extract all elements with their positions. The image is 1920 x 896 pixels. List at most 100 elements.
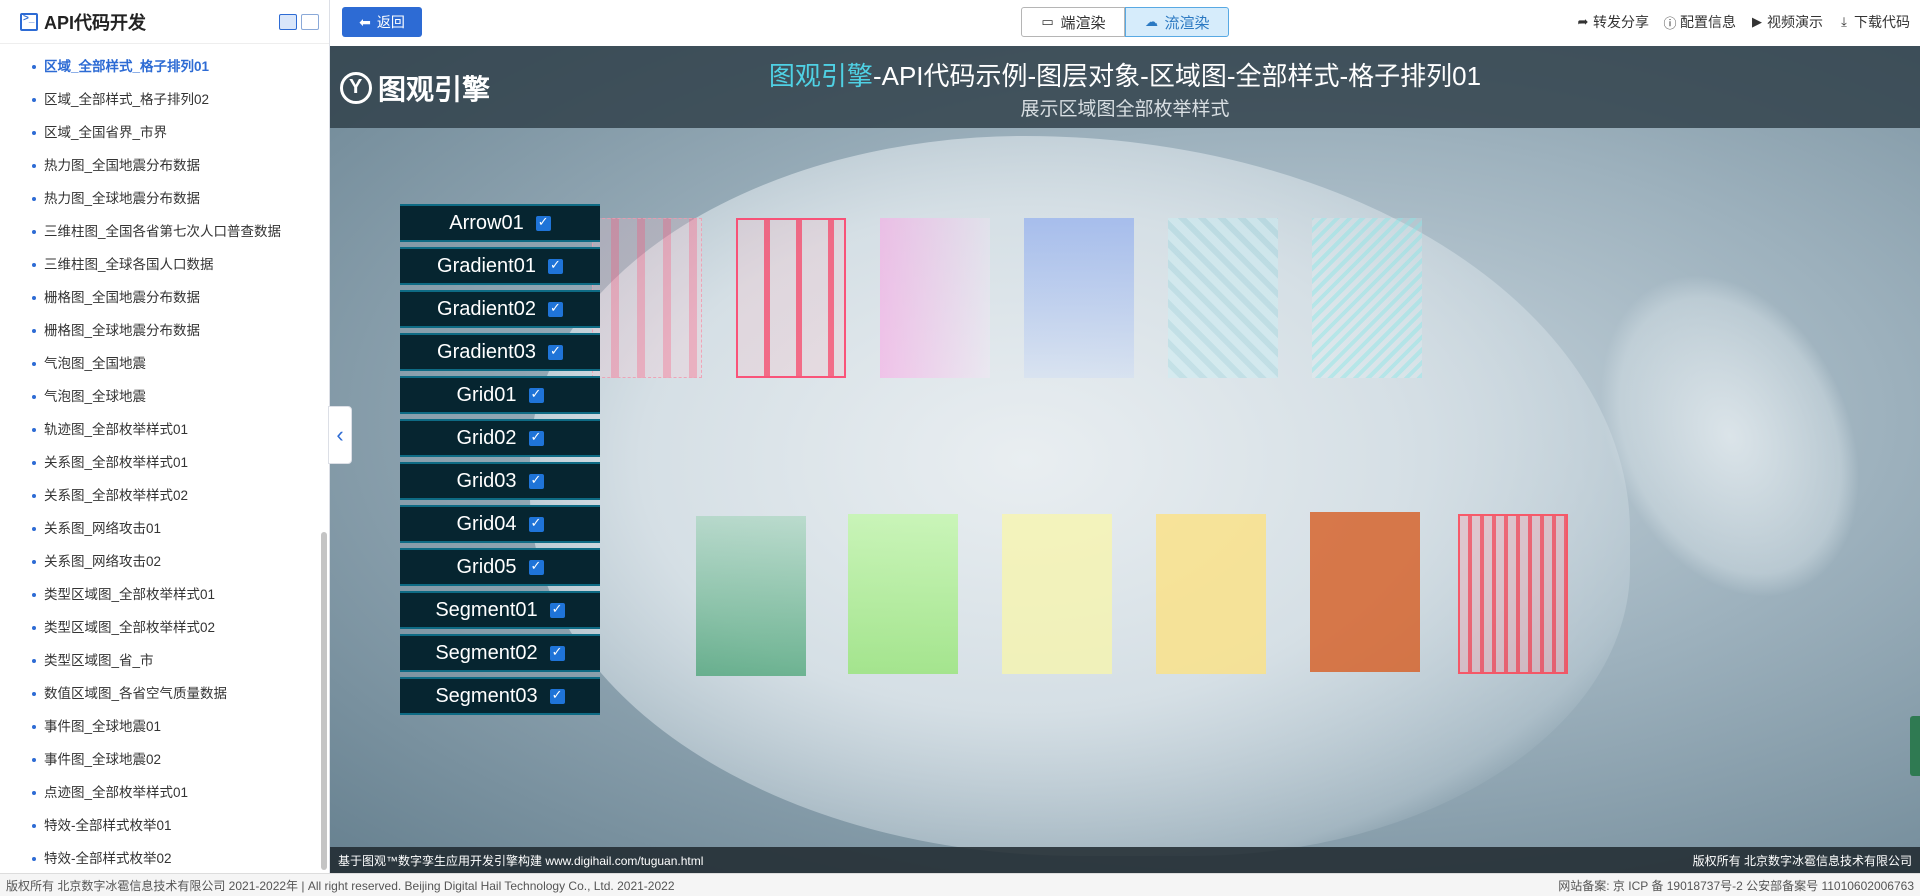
region-tile-grid01 [1168,218,1278,378]
sidebar-item[interactable]: 轨迹图_全部枚举样式01 [0,413,329,446]
layer-checkbox[interactable] [528,429,544,446]
sidebar-item[interactable]: 栅格图_全球地震分布数据 [0,314,329,347]
sidebar-item[interactable]: 事件图_全球地震01 [0,710,329,743]
layer-checkbox[interactable] [547,300,563,317]
collapse-sidebar-button[interactable]: ‹ [328,406,352,464]
region-tile-segment02 [1310,512,1420,672]
layer-label: Gradient01 [437,254,536,277]
monitor-icon: ▭ [1041,14,1054,29]
region-tile-grid02 [1312,218,1422,378]
copyright-text: 版权所有 北京数字冰雹信息技术有限公司 2021-2022年 | All rig… [6,878,675,893]
title-band: 图观引擎 图观引擎-API代码示例-图层对象-区域图-全部样式-格子排列01 展… [330,46,1920,128]
top-actions: ➦ 转发分享 ⓘ 配置信息 ▶ 视频演示 ⤓ 下载代码 [1576,12,1910,32]
sidebar-item[interactable]: 类型区域图_全部枚举样式02 [0,611,329,644]
sidebar-item[interactable]: 关系图_全部枚举样式02 [0,479,329,512]
action-play[interactable]: ▶ 视频演示 [1750,12,1823,32]
layer-label: Arrow01 [449,211,524,234]
sidebar-item[interactable]: 关系图_全部枚举样式01 [0,446,329,479]
action-label: 下载代码 [1854,14,1910,30]
layer-item[interactable]: Grid01 [400,376,600,414]
region-tile-segment03 [1458,514,1568,674]
layer-checkbox[interactable] [547,257,563,274]
region-tile-grid03 [696,516,806,676]
layer-item[interactable]: Gradient03 [400,333,600,371]
sidebar-item[interactable]: 数值区域图_各省空气质量数据 [0,677,329,710]
action-download[interactable]: ⤓ 下载代码 [1837,12,1910,32]
layer-label: Grid02 [456,426,517,449]
sidebar-item[interactable]: 区域_全部样式_格子排列01 [0,50,329,83]
layer-item[interactable]: Segment01 [400,591,600,629]
layer-checkbox[interactable] [528,515,544,532]
download-icon: ⤓ [1841,14,1847,29]
title-rest: -API代码示例-图层对象-区域图-全部样式-格子排列01 [872,61,1482,91]
sidebar-item[interactable]: 事件图_全球地震02 [0,743,329,776]
layer-label: Segment03 [435,684,538,707]
image-view-icon[interactable] [301,13,319,30]
map-viewport[interactable]: 图观引擎 图观引擎-API代码示例-图层对象-区域图-全部样式-格子排列01 展… [330,46,1920,873]
share-icon: ➦ [1577,14,1589,29]
region-tile-grid04 [848,514,958,674]
sidebar-item[interactable]: 热力图_全国地震分布数据 [0,149,329,182]
page-subtitle: 展示区域图全部枚举样式 [1020,99,1230,120]
sidebar-item[interactable]: 类型区域图_省_市 [0,644,329,677]
cloud-icon: ☁ [1144,14,1158,29]
region-tile-gradient03 [1024,218,1134,378]
action-label: 视频演示 [1767,14,1823,30]
sidebar-item[interactable]: 类型区域图_全部枚举样式01 [0,578,329,611]
sidebar-item[interactable]: 关系图_网络攻击02 [0,545,329,578]
sidebar-item[interactable]: 三维柱图_全球各国人口数据 [0,248,329,281]
layer-item[interactable]: Gradient02 [400,290,600,328]
sidebar-scrollbar[interactable] [321,532,327,870]
layer-checkbox[interactable] [528,558,544,575]
render-option-client[interactable]: ▭ 端渲染 [1021,7,1125,37]
sidebar-item[interactable]: 气泡图_全国地震 [0,347,329,380]
sidebar-item[interactable]: 热力图_全球地震分布数据 [0,182,329,215]
layer-item[interactable]: Segment02 [400,634,600,672]
sidebar-item[interactable]: 特效-全部样式枚举01 [0,809,329,842]
sidebar-item[interactable]: 三维柱图_全国各省第七次人口普查数据 [0,215,329,248]
layer-checkbox[interactable] [549,601,565,618]
layer-item[interactable]: Gradient01 [400,247,600,285]
layer-item[interactable]: Segment03 [400,677,600,715]
back-button[interactable]: ⬅ 返回 [342,7,422,37]
terminal-icon [20,12,38,31]
layer-checkbox[interactable] [528,472,544,489]
sidebar-item[interactable]: 点迹图_全部枚举样式01 [0,776,329,809]
right-panel-handle[interactable] [1910,716,1920,776]
layer-checkbox[interactable] [549,687,565,704]
layer-label: Segment01 [435,598,538,621]
page-title: 图观引擎-API代码示例-图层对象-区域图-全部样式-格子排列01 [330,56,1920,93]
title-highlight: 图观引擎 [768,61,873,91]
layer-checkbox[interactable] [549,644,565,661]
layer-label: Grid05 [456,555,517,578]
viewport-footer-left: 基于图观™数字孪生应用开发引擎构建 www.digihail.com/tugua… [338,853,704,868]
sidebar-title: API代码开发 [44,12,147,33]
layer-item[interactable]: Grid02 [400,419,600,457]
sidebar-item[interactable]: 气泡图_全球地震 [0,380,329,413]
sidebar-item[interactable]: 关系图_网络攻击01 [0,512,329,545]
sidebar-item[interactable]: 区域_全部样式_格子排列02 [0,83,329,116]
sidebar-item[interactable]: 栅格图_全国地震分布数据 [0,281,329,314]
sidebar-header: API代码开发 [0,0,329,44]
action-info[interactable]: ⓘ 配置信息 [1663,12,1736,32]
layer-label: Grid04 [456,512,517,535]
render-option-label: 端渲染 [1060,14,1106,32]
icp-text: 网站备案: 京 ICP 备 19018737号-2 公安部备案号 1101060… [1558,878,1914,893]
chevron-left-icon: ‹ [336,422,344,447]
render-option-stream[interactable]: ☁ 流渲染 [1125,7,1229,37]
layer-item[interactable]: Grid03 [400,462,600,500]
sidebar-item[interactable]: 特效-全部样式枚举02 [0,842,329,873]
layer-checkbox[interactable] [547,343,563,360]
info-icon: ⓘ [1663,15,1677,31]
layer-panel: Arrow01 Gradient01 Gradient02 Gradient03 Gri… [400,204,600,720]
grid-view-icon[interactable] [279,13,297,30]
layer-item[interactable]: Arrow01 [400,204,600,242]
layer-checkbox[interactable] [528,386,544,403]
layer-item[interactable]: Grid05 [400,548,600,586]
layer-checkbox[interactable] [535,214,551,231]
action-share[interactable]: ➦ 转发分享 [1576,12,1649,32]
layer-item[interactable]: Grid04 [400,505,600,543]
play-icon: ▶ [1752,14,1762,29]
sidebar-item[interactable]: 区域_全国省界_市界 [0,116,329,149]
view-toggle [279,13,319,30]
